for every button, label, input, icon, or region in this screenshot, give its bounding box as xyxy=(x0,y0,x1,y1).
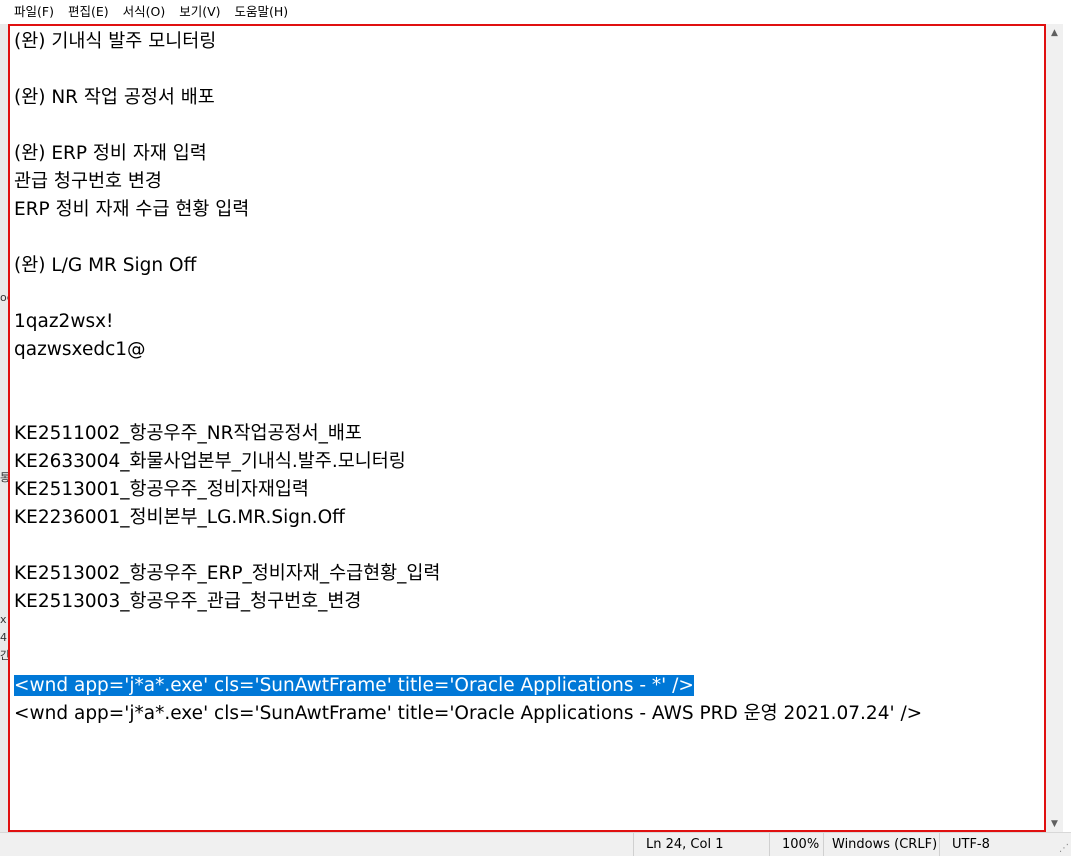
notepad-window: 파일(F) 편집(E) 서식(O) 보기(V) 도움말(H) oc 통 x 4 … xyxy=(0,0,1071,856)
text-line-content: KE2236001_정비본부_LG.MR.Sign.Off xyxy=(14,507,345,528)
text-line[interactable]: (완) NR 작업 공정서 배포 xyxy=(14,84,1040,112)
status-encoding: UTF-8 xyxy=(939,833,1049,856)
scroll-up-arrow-icon[interactable]: ▲ xyxy=(1046,24,1063,41)
text-line[interactable] xyxy=(14,280,1040,308)
text-line[interactable]: KE2513002_항공우주_ERP_정비자재_수급현황_입력 xyxy=(14,560,1040,588)
text-line[interactable] xyxy=(14,224,1040,252)
status-line-ending: Windows (CRLF) xyxy=(823,833,939,856)
background-window-strip: oc 통 x 4 간 xyxy=(0,24,13,832)
text-line-content: 관급 청구번호 변경 xyxy=(14,171,162,192)
text-line[interactable]: 관급 청구번호 변경 xyxy=(14,168,1040,196)
background-text-fragment: 4 xyxy=(0,631,7,644)
menu-help[interactable]: 도움말(H) xyxy=(228,0,296,24)
text-line-content: <wnd app='j*a*.exe' cls='SunAwtFrame' ti… xyxy=(14,703,923,724)
text-line-content: (완) ERP 정비 자재 입력 xyxy=(14,143,207,164)
menu-bar: 파일(F) 편집(E) 서식(O) 보기(V) 도움말(H) xyxy=(0,0,1071,24)
text-line[interactable] xyxy=(14,112,1040,140)
text-line[interactable]: (완) 기내식 발주 모니터링 xyxy=(14,28,1040,56)
text-editor-area[interactable]: (완) 기내식 발주 모니터링 (완) NR 작업 공정서 배포 (완) ERP 정… xyxy=(8,24,1046,832)
text-line-content: (완) NR 작업 공정서 배포 xyxy=(14,87,215,108)
menu-edit[interactable]: 편집(E) xyxy=(61,0,116,24)
text-line[interactable] xyxy=(14,644,1040,672)
text-line[interactable]: KE2511002_항공우주_NR작업공정서_배포 xyxy=(14,420,1040,448)
text-line-content: KE2513002_항공우주_ERP_정비자재_수급현황_입력 xyxy=(14,563,441,584)
text-line-content: 1qaz2wsx! xyxy=(14,311,114,332)
window-edge xyxy=(1063,0,1071,856)
text-line-content: ERP 정비 자재 수급 현황 입력 xyxy=(14,199,250,220)
text-line[interactable]: KE2513001_항공우주_정비자재입력 xyxy=(14,476,1040,504)
text-line-content: KE2511002_항공우주_NR작업공정서_배포 xyxy=(14,423,362,444)
text-line-content: KE2513001_항공우주_정비자재입력 xyxy=(14,479,309,500)
text-line[interactable] xyxy=(14,392,1040,420)
text-line-content: qazwsxedc1@ xyxy=(14,339,146,360)
menu-file[interactable]: 파일(F) xyxy=(0,0,61,24)
text-line[interactable]: KE2513003_항공우주_관급_청구번호_변경 xyxy=(14,588,1040,616)
document-text[interactable]: (완) 기내식 발주 모니터링 (완) NR 작업 공정서 배포 (완) ERP 정… xyxy=(14,28,1040,728)
text-line[interactable]: KE2236001_정비본부_LG.MR.Sign.Off xyxy=(14,504,1040,532)
menu-format[interactable]: 서식(O) xyxy=(116,0,173,24)
menu-view[interactable]: 보기(V) xyxy=(172,0,227,24)
status-bar: Ln 24, Col 1 100% Windows (CRLF) UTF-8 ⋰ xyxy=(0,832,1071,856)
resize-grip-icon[interactable]: ⋰ xyxy=(1059,843,1069,854)
status-cursor-position: Ln 24, Col 1 xyxy=(633,833,769,856)
text-line[interactable]: 1qaz2wsx! xyxy=(14,308,1040,336)
text-line-content: <wnd app='j*a*.exe' cls='SunAwtFrame' ti… xyxy=(14,675,694,696)
text-line[interactable] xyxy=(14,364,1040,392)
text-line[interactable]: ERP 정비 자재 수급 현황 입력 xyxy=(14,196,1040,224)
status-zoom: 100% xyxy=(769,833,823,856)
text-line[interactable]: (완) L/G MR Sign Off xyxy=(14,252,1040,280)
text-line-content: (완) L/G MR Sign Off xyxy=(14,255,197,276)
text-line-content: KE2633004_화물사업본부_기내식.발주.모니터링 xyxy=(14,451,406,472)
background-text-fragment: x xyxy=(0,613,7,626)
text-line-content: KE2513003_항공우주_관급_청구번호_변경 xyxy=(14,591,362,612)
text-line[interactable] xyxy=(14,616,1040,644)
vertical-scrollbar[interactable]: ▲ ▼ xyxy=(1046,24,1063,832)
scroll-down-arrow-icon[interactable]: ▼ xyxy=(1046,815,1063,832)
text-line[interactable]: (완) ERP 정비 자재 입력 xyxy=(14,140,1040,168)
text-line[interactable] xyxy=(14,56,1040,84)
text-line[interactable]: <wnd app='j*a*.exe' cls='SunAwtFrame' ti… xyxy=(14,700,1040,728)
selected-text-line[interactable]: <wnd app='j*a*.exe' cls='SunAwtFrame' ti… xyxy=(14,672,1040,700)
text-line[interactable]: KE2633004_화물사업본부_기내식.발주.모니터링 xyxy=(14,448,1040,476)
text-line[interactable] xyxy=(14,532,1040,560)
text-line[interactable]: qazwsxedc1@ xyxy=(14,336,1040,364)
text-line-content: (완) 기내식 발주 모니터링 xyxy=(14,31,217,52)
